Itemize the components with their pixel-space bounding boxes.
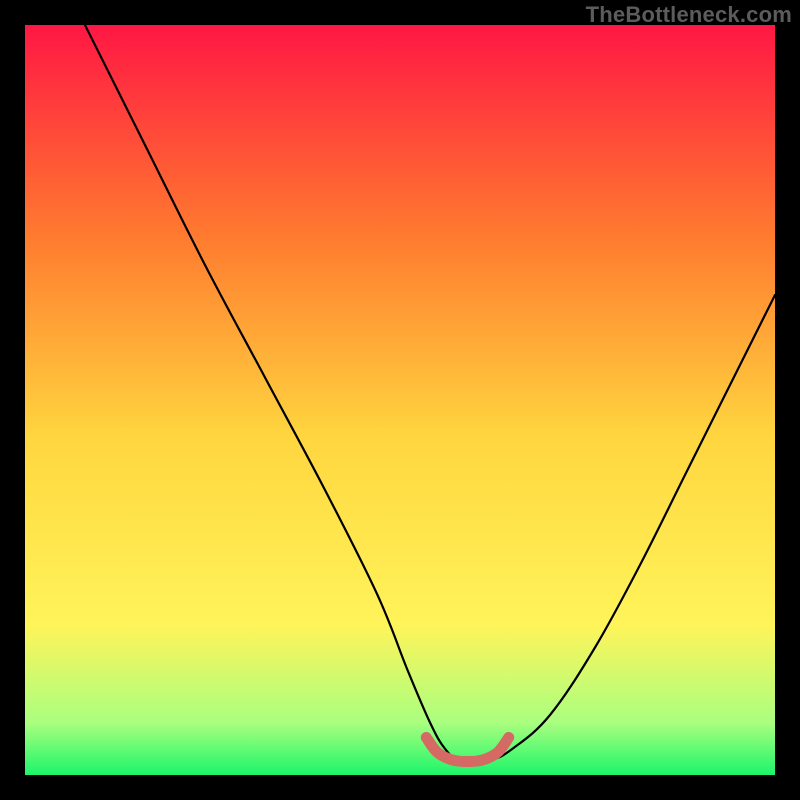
plot-area [25,25,775,775]
watermark-text: TheBottleneck.com [586,2,792,28]
chart-svg [25,25,775,775]
gradient-background [25,25,775,775]
chart-frame: TheBottleneck.com [0,0,800,800]
